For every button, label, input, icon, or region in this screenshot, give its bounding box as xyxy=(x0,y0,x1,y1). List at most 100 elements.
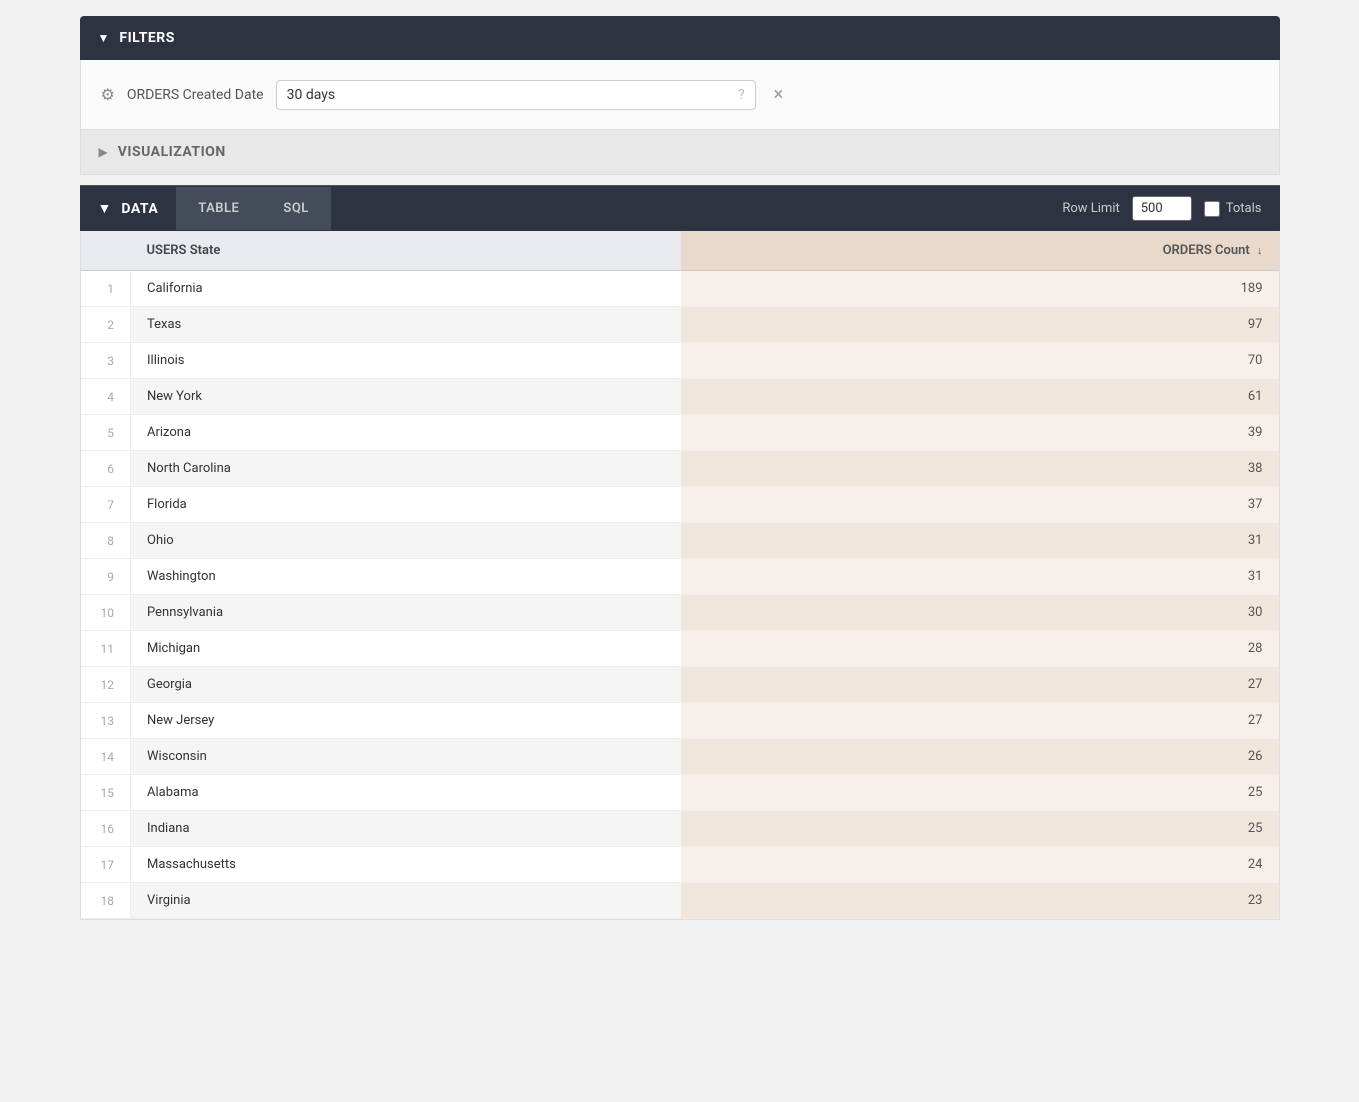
row-count: 31 xyxy=(681,523,1279,559)
row-state: Ohio xyxy=(131,523,681,559)
table-header-row: USERS State ORDERS Count ↓ xyxy=(81,231,1279,271)
row-state: Virginia xyxy=(131,883,681,919)
filter-date-input[interactable] xyxy=(287,87,730,103)
table-row: 11Michigan28 xyxy=(81,631,1279,667)
filters-chevron-icon: ▼ xyxy=(98,31,110,45)
filter-gear-icon[interactable]: ⚙ xyxy=(101,85,115,104)
row-state: New York xyxy=(131,379,681,415)
filters-label: FILTERS xyxy=(119,30,174,46)
row-state: Georgia xyxy=(131,667,681,703)
table-row: 6North Carolina38 xyxy=(81,451,1279,487)
row-count: 31 xyxy=(681,559,1279,595)
row-number: 15 xyxy=(81,775,131,811)
row-number: 10 xyxy=(81,595,131,631)
row-state: Alabama xyxy=(131,775,681,811)
row-number: 2 xyxy=(81,307,131,343)
row-limit-input[interactable] xyxy=(1132,196,1192,221)
totals-checkbox-label[interactable]: Totals xyxy=(1204,201,1262,217)
row-count: 25 xyxy=(681,811,1279,847)
totals-checkbox-input[interactable] xyxy=(1204,201,1220,217)
table-row: 9Washington31 xyxy=(81,559,1279,595)
row-state: Washington xyxy=(131,559,681,595)
data-tab-active[interactable]: ▼ DATA xyxy=(80,186,177,231)
row-number: 5 xyxy=(81,415,131,451)
row-state: Massachusetts xyxy=(131,847,681,883)
data-header: ▼ DATA TABLE SQL Row Limit Totals xyxy=(80,185,1280,231)
row-state: Indiana xyxy=(131,811,681,847)
row-number: 4 xyxy=(81,379,131,415)
data-chevron-icon: ▼ xyxy=(98,200,112,217)
data-table: USERS State ORDERS Count ↓ 1California18… xyxy=(81,231,1279,919)
row-count: 97 xyxy=(681,307,1279,343)
table-row: 16Indiana25 xyxy=(81,811,1279,847)
row-number: 7 xyxy=(81,487,131,523)
filters-header[interactable]: ▼ FILTERS xyxy=(80,16,1280,60)
row-number: 13 xyxy=(81,703,131,739)
tab-sql[interactable]: SQL xyxy=(261,187,330,230)
filters-body: ⚙ ORDERS Created Date ? × xyxy=(80,60,1280,130)
row-number: 3 xyxy=(81,343,131,379)
table-container: USERS State ORDERS Count ↓ 1California18… xyxy=(80,231,1280,920)
row-state: Florida xyxy=(131,487,681,523)
row-count: 24 xyxy=(681,847,1279,883)
table-row: 15Alabama25 xyxy=(81,775,1279,811)
col-row-num xyxy=(81,231,131,271)
row-number: 16 xyxy=(81,811,131,847)
table-row: 5Arizona39 xyxy=(81,415,1279,451)
row-count: 23 xyxy=(681,883,1279,919)
row-state: Michigan xyxy=(131,631,681,667)
col-users-state: USERS State xyxy=(131,231,681,271)
row-number: 18 xyxy=(81,883,131,919)
table-row: 13New Jersey27 xyxy=(81,703,1279,739)
filter-field-label: ORDERS Created Date xyxy=(127,87,264,103)
row-number: 12 xyxy=(81,667,131,703)
page-container: ▼ FILTERS ⚙ ORDERS Created Date ? × ▶ VI… xyxy=(80,0,1280,936)
row-count: 38 xyxy=(681,451,1279,487)
filter-help-icon[interactable]: ? xyxy=(738,87,745,103)
row-state: Texas xyxy=(131,307,681,343)
row-limit-label: Row Limit xyxy=(1062,201,1119,216)
table-row: 3Illinois70 xyxy=(81,343,1279,379)
row-number: 14 xyxy=(81,739,131,775)
filters-section: ▼ FILTERS ⚙ ORDERS Created Date ? × xyxy=(80,16,1280,130)
sort-desc-icon: ↓ xyxy=(1257,244,1263,257)
row-number: 11 xyxy=(81,631,131,667)
totals-label: Totals xyxy=(1226,201,1262,216)
table-row: 8Ohio31 xyxy=(81,523,1279,559)
col-orders-count[interactable]: ORDERS Count ↓ xyxy=(681,231,1279,271)
row-count: 189 xyxy=(681,271,1279,307)
filter-clear-button[interactable]: × xyxy=(768,84,790,106)
table-body: 1California1892Texas973Illinois704New Yo… xyxy=(81,271,1279,919)
table-row: 4New York61 xyxy=(81,379,1279,415)
row-state: Arizona xyxy=(131,415,681,451)
table-row: 7Florida37 xyxy=(81,487,1279,523)
visualization-header[interactable]: ▶ VISUALIZATION xyxy=(80,130,1280,175)
table-row: 10Pennsylvania30 xyxy=(81,595,1279,631)
row-number: 6 xyxy=(81,451,131,487)
table-row: 2Texas97 xyxy=(81,307,1279,343)
visualization-section: ▶ VISUALIZATION xyxy=(80,130,1280,175)
row-count: 28 xyxy=(681,631,1279,667)
col-orders-count-label: ORDERS Count xyxy=(1163,243,1250,258)
row-count: 27 xyxy=(681,667,1279,703)
row-count: 39 xyxy=(681,415,1279,451)
data-label: DATA xyxy=(121,201,158,217)
table-row: 14Wisconsin26 xyxy=(81,739,1279,775)
row-state: California xyxy=(131,271,681,307)
row-count: 37 xyxy=(681,487,1279,523)
table-row: 12Georgia27 xyxy=(81,667,1279,703)
row-count: 27 xyxy=(681,703,1279,739)
table-row: 1California189 xyxy=(81,271,1279,307)
row-number: 8 xyxy=(81,523,131,559)
row-number: 9 xyxy=(81,559,131,595)
data-header-right: Row Limit Totals xyxy=(1062,196,1279,221)
row-number: 1 xyxy=(81,271,131,307)
table-row: 18Virginia23 xyxy=(81,883,1279,919)
tab-table[interactable]: TABLE xyxy=(176,187,261,230)
row-count: 61 xyxy=(681,379,1279,415)
row-number: 17 xyxy=(81,847,131,883)
row-state: New Jersey xyxy=(131,703,681,739)
data-section: ▼ DATA TABLE SQL Row Limit Totals USERS xyxy=(80,185,1280,920)
row-state: North Carolina xyxy=(131,451,681,487)
row-count: 25 xyxy=(681,775,1279,811)
